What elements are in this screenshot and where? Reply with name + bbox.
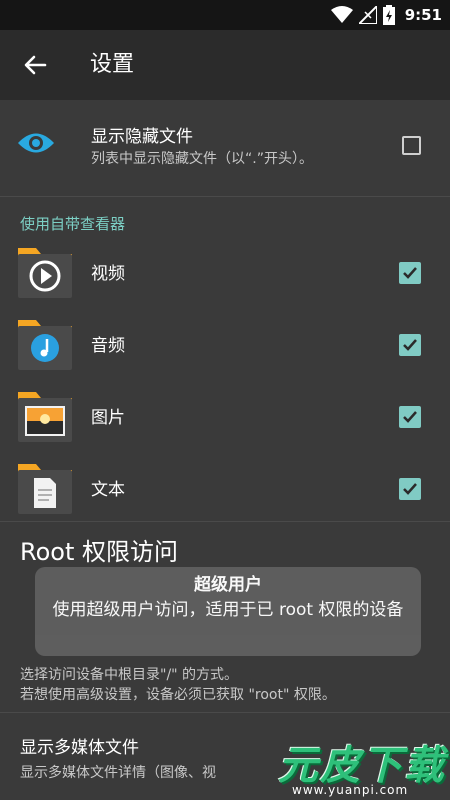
divider (0, 712, 450, 713)
viewer-checkbox[interactable] (399, 262, 421, 284)
audio-folder-icon (18, 320, 72, 370)
viewer-row-text[interactable]: 文本 (0, 451, 450, 523)
show-hidden-subtitle: 列表中显示隐藏文件（以“.”开头）。 (91, 151, 313, 167)
image-folder-icon (18, 392, 72, 442)
settings-list: 显示隐藏文件 列表中显示隐藏文件（以“.”开头）。 使用自带查看器 视频 音频 (0, 100, 450, 800)
viewer-label: 文本 (91, 480, 125, 500)
section-header-viewers: 使用自带查看器 (20, 215, 126, 233)
battery-charging-icon (382, 5, 395, 25)
viewer-row-audio[interactable]: 音频 (0, 307, 450, 379)
viewer-row-video[interactable]: 视频 (0, 235, 450, 307)
media-files-title: 显示多媒体文件 (20, 738, 139, 758)
clock: 9:51 (404, 6, 442, 24)
video-folder-icon (18, 248, 72, 298)
page-title: 设置 (90, 52, 135, 77)
arrow-left-icon[interactable] (20, 50, 50, 80)
root-access-title[interactable]: Root 权限访问 (20, 532, 178, 567)
text-folder-icon (18, 464, 72, 514)
watermark-logo: 元皮下载 www.yuanpi.com (258, 725, 450, 800)
show-hidden-checkbox[interactable] (402, 136, 421, 155)
wifi-icon (330, 6, 353, 23)
viewer-row-image[interactable]: 图片 (0, 379, 450, 451)
show-hidden-title: 显示隐藏文件 (91, 127, 193, 147)
status-bar: 9:51 (0, 0, 450, 30)
viewer-label: 图片 (91, 408, 125, 428)
tooltip-body: 使用超级用户访问，适用于已 root 权限的设备 (52, 600, 404, 620)
root-desc-line2: 若想使用高级设置，设备必须已获取 "root" 权限。 (20, 687, 336, 703)
tooltip-popup: 超级用户 使用超级用户访问，适用于已 root 权限的设备 (35, 567, 421, 656)
tooltip-title: 超级用户 (194, 575, 262, 595)
app-bar: 设置 (0, 30, 450, 100)
show-hidden-files-row[interactable]: 显示隐藏文件 列表中显示隐藏文件（以“.”开头）。 (0, 100, 450, 196)
root-access-description: 选择访问设备中根目录"/" 的方式。 若想使用高级设置，设备必须已获取 "roo… (20, 665, 336, 705)
eye-icon (18, 133, 54, 153)
media-files-subtitle: 显示多媒体文件详情（图像、视 (20, 765, 216, 781)
viewer-checkbox[interactable] (399, 334, 421, 356)
watermark-url: www.yuanpi.com (292, 783, 409, 797)
signal-icon (358, 6, 377, 24)
viewer-checkbox[interactable] (399, 406, 421, 428)
divider (0, 196, 450, 197)
viewer-label: 音频 (91, 336, 125, 356)
viewer-checkbox[interactable] (399, 478, 421, 500)
divider (0, 521, 450, 522)
root-desc-line1: 选择访问设备中根目录"/" 的方式。 (20, 667, 239, 683)
viewer-label: 视频 (91, 264, 125, 284)
